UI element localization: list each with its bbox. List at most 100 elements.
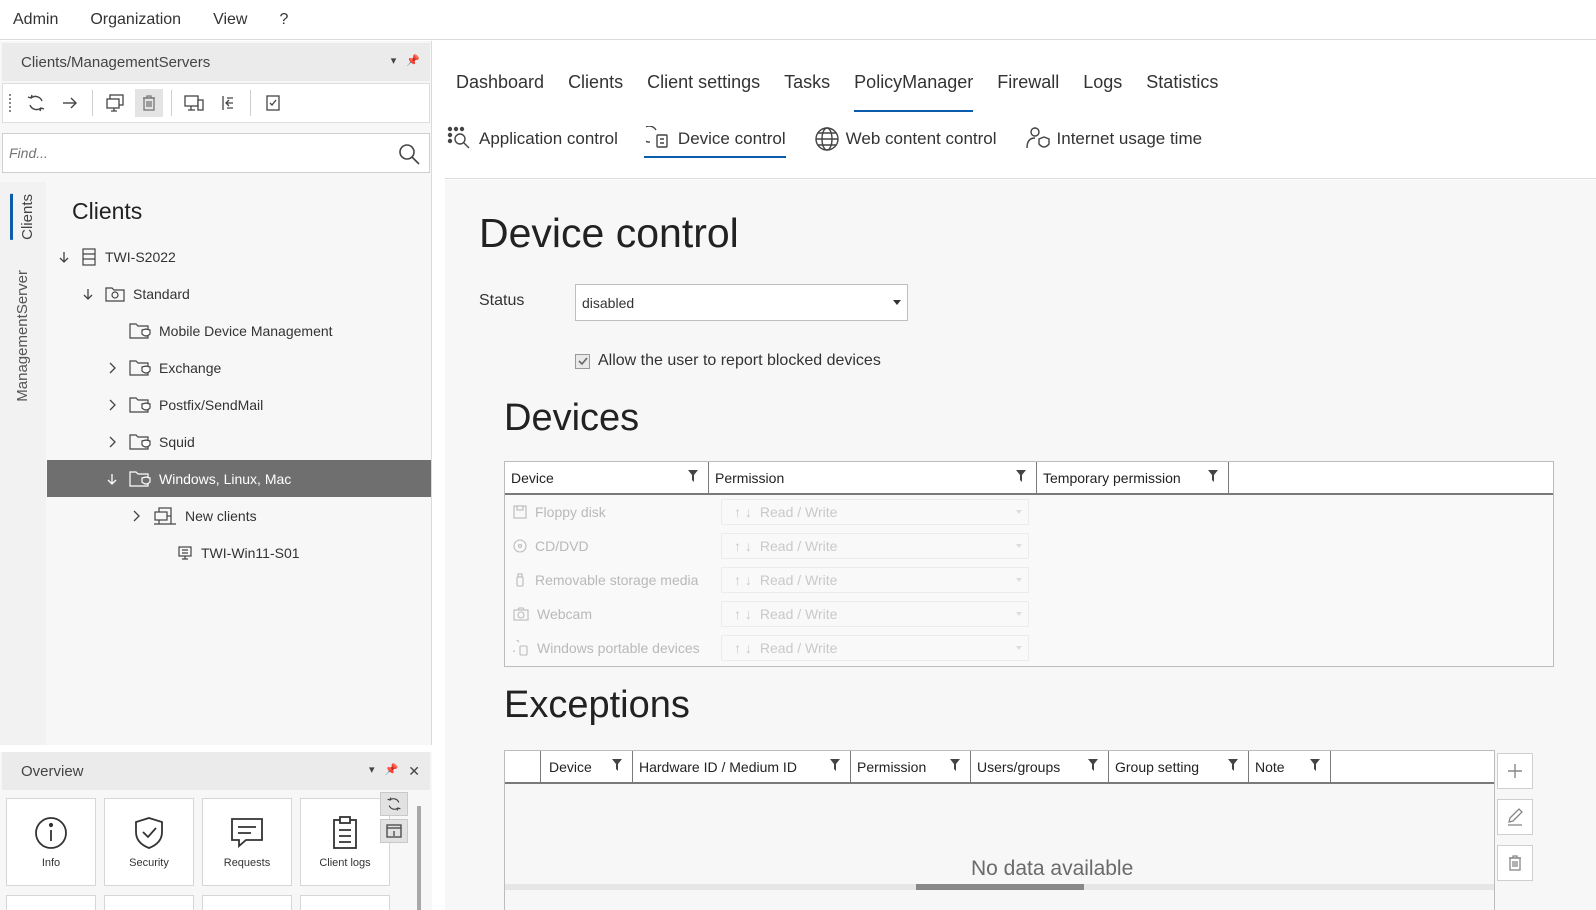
collapse-button[interactable] [214, 89, 242, 117]
filter-icon[interactable] [1016, 470, 1026, 482]
tab-policy-manager[interactable]: PolicyManager [854, 72, 974, 112]
exceptions-actions [1497, 753, 1533, 881]
column-temporary-permission[interactable]: Temporary permission [1037, 462, 1229, 493]
delete-exception-button[interactable] [1497, 845, 1533, 881]
expand-arrow-icon[interactable] [81, 288, 95, 300]
navigate-button[interactable] [56, 89, 84, 117]
menu-admin[interactable]: Admin [13, 11, 58, 29]
tree-node[interactable]: TWI-S2022 [57, 238, 176, 275]
filter-icon[interactable] [612, 759, 622, 771]
tile-requests[interactable]: Requests [202, 798, 292, 886]
subtab-device-control[interactable]: Device control [643, 126, 786, 158]
tree-node-selected[interactable]: Windows, Linux, Mac [47, 460, 431, 497]
expand-arrow-icon[interactable] [105, 473, 119, 485]
delete-button[interactable] [135, 89, 163, 117]
column-group-setting[interactable]: Group setting [1109, 751, 1249, 782]
exceptions-scrollbar[interactable] [505, 884, 1494, 890]
tab-tasks[interactable]: Tasks [784, 72, 830, 112]
add-exception-button[interactable] [1497, 753, 1533, 789]
vtab-clients[interactable]: Clients [10, 194, 36, 240]
collapse-arrow-icon[interactable] [129, 510, 143, 522]
tile[interactable] [104, 895, 194, 910]
permission-select[interactable]: ↑ ↓ Read / Write [721, 499, 1029, 525]
toolbar-grip[interactable] [9, 94, 12, 112]
tab-logs[interactable]: Logs [1083, 72, 1122, 112]
filter-icon[interactable] [950, 759, 960, 771]
column-device[interactable]: Device [541, 751, 633, 782]
tile[interactable] [202, 895, 292, 910]
report-blocked-checkbox[interactable]: Allow the user to report blocked devices [575, 352, 881, 370]
menu-view[interactable]: View [213, 11, 247, 29]
panel-menu-icon[interactable]: ▾ [391, 54, 397, 67]
column-hardware-id[interactable]: Hardware ID / Medium ID [633, 751, 851, 782]
tab-statistics[interactable]: Statistics [1146, 72, 1218, 112]
cd-dvd-icon [513, 539, 527, 553]
search-button[interactable] [397, 142, 421, 166]
column-note[interactable]: Note [1249, 751, 1331, 782]
tab-clients[interactable]: Clients [568, 72, 623, 112]
permission-select[interactable]: ↑ ↓ Read / Write [721, 533, 1029, 559]
tile-info[interactable]: Info [6, 798, 96, 886]
panel-menu-icon[interactable]: ▾ [369, 763, 375, 780]
pin-icon[interactable]: 📌 [406, 54, 420, 67]
tree-node[interactable]: Standard [81, 275, 190, 312]
filter-icon[interactable] [1208, 470, 1218, 482]
table-row[interactable]: Windows portable devices ↑ ↓ Read / Writ… [505, 631, 1553, 665]
subtab-web-content-control[interactable]: Web content control [812, 126, 997, 156]
tree-node[interactable]: TWI-Win11-S01 [153, 534, 300, 571]
column-users-groups[interactable]: Users/groups [971, 751, 1109, 782]
vtab-management-server[interactable]: ManagementServer [14, 270, 31, 402]
filter-icon[interactable] [1088, 759, 1098, 771]
tree-node-label: Exchange [159, 359, 222, 376]
tile-client-logs[interactable]: Client logs [300, 798, 390, 886]
table-row[interactable]: CD/DVD ↑ ↓ Read / Write [505, 529, 1553, 563]
overview-refresh-button[interactable] [380, 792, 408, 816]
subtab-application-control[interactable]: Application control [445, 126, 618, 156]
tile[interactable] [300, 895, 390, 910]
expand-arrow-icon[interactable] [57, 251, 71, 263]
monitor-button[interactable] [101, 89, 129, 117]
pin-icon[interactable]: 📌 [385, 763, 399, 780]
edit-exception-button[interactable] [1497, 799, 1533, 835]
status-select[interactable]: disabled [575, 284, 908, 321]
collapse-arrow-icon[interactable] [105, 436, 119, 448]
tree-node[interactable]: Squid [105, 423, 195, 460]
menu-organization[interactable]: Organization [90, 11, 181, 29]
tree-node[interactable]: Mobile Device Management [105, 312, 333, 349]
overview-layout-button[interactable] [380, 819, 408, 843]
refresh-button[interactable] [22, 89, 50, 117]
tree-node[interactable]: Postfix/SendMail [105, 386, 263, 423]
table-row[interactable]: Removable storage media ↑ ↓ Read / Write [505, 563, 1553, 597]
column-permission[interactable]: Permission [851, 751, 971, 782]
column-select[interactable] [505, 751, 541, 782]
table-row[interactable]: Webcam ↑ ↓ Read / Write [505, 597, 1553, 631]
tab-firewall[interactable]: Firewall [997, 72, 1059, 112]
column-permission[interactable]: Permission [709, 462, 1037, 493]
tab-dashboard[interactable]: Dashboard [456, 72, 544, 112]
filter-icon[interactable] [830, 759, 840, 771]
collapse-arrow-icon[interactable] [105, 399, 119, 411]
permission-select[interactable]: ↑ ↓ Read / Write [721, 601, 1029, 627]
overview-scrollbar[interactable] [416, 792, 422, 910]
tree-node[interactable]: New clients [129, 497, 257, 534]
permission-select[interactable]: ↑ ↓ Read / Write [721, 567, 1029, 593]
column-device[interactable]: Device [505, 462, 709, 493]
find-input[interactable] [9, 145, 379, 161]
subtab-internet-usage-time[interactable]: Internet usage time [1023, 126, 1202, 156]
close-icon[interactable]: ✕ [408, 763, 420, 780]
arrow-up-down-icon: ↑ ↓ [734, 504, 752, 520]
filter-icon[interactable] [1228, 759, 1238, 771]
permission-select[interactable]: ↑ ↓ Read / Write [721, 635, 1029, 661]
checkbox-checked-icon[interactable] [575, 353, 590, 369]
table-row[interactable]: Floppy disk ↑ ↓ Read / Write [505, 495, 1553, 529]
checklist-button[interactable] [259, 89, 287, 117]
menu-help[interactable]: ? [279, 11, 288, 29]
tab-client-settings[interactable]: Client settings [647, 72, 760, 112]
filter-icon[interactable] [1310, 759, 1320, 771]
collapse-arrow-icon[interactable] [105, 362, 119, 374]
tile[interactable] [6, 895, 96, 910]
filter-icon[interactable] [688, 470, 698, 482]
tile-security[interactable]: Security [104, 798, 194, 886]
tree-node[interactable]: Exchange [105, 349, 221, 386]
devices-button[interactable] [180, 89, 208, 117]
